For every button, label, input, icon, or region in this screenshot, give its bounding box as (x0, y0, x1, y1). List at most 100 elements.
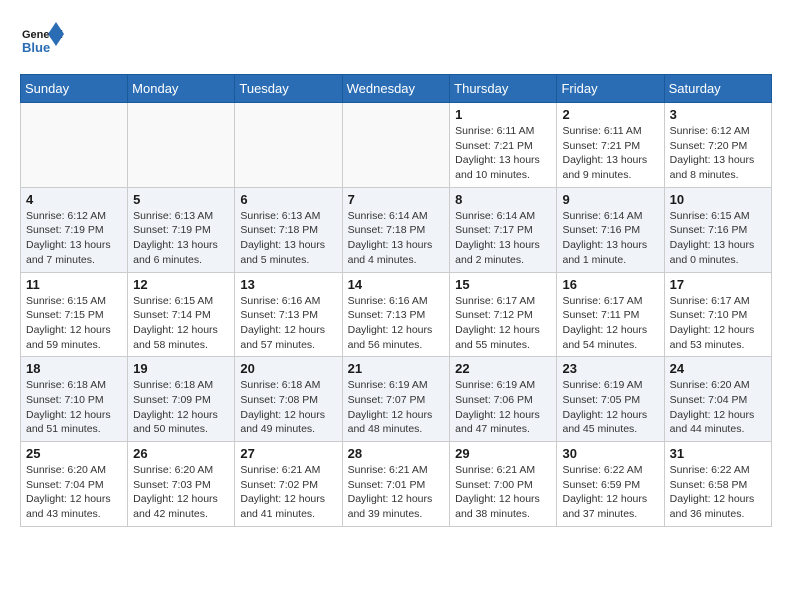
day-number: 5 (133, 192, 229, 207)
day-info: Sunrise: 6:21 AM Sunset: 7:02 PM Dayligh… (240, 463, 336, 522)
day-info: Sunrise: 6:12 AM Sunset: 7:19 PM Dayligh… (26, 209, 122, 268)
day-info: Sunrise: 6:11 AM Sunset: 7:21 PM Dayligh… (562, 124, 658, 183)
day-number: 26 (133, 446, 229, 461)
day-info: Sunrise: 6:15 AM Sunset: 7:14 PM Dayligh… (133, 294, 229, 353)
day-info: Sunrise: 6:16 AM Sunset: 7:13 PM Dayligh… (348, 294, 445, 353)
day-number: 12 (133, 277, 229, 292)
week-row-1: 1 Sunrise: 6:11 AM Sunset: 7:21 PM Daylig… (21, 103, 772, 188)
calendar-cell: 14 Sunrise: 6:16 AM Sunset: 7:13 PM Dayli… (342, 272, 450, 357)
day-number: 1 (455, 107, 551, 122)
day-number: 14 (348, 277, 445, 292)
calendar-cell: 16 Sunrise: 6:17 AM Sunset: 7:11 PM Dayli… (557, 272, 664, 357)
day-number: 15 (455, 277, 551, 292)
day-info: Sunrise: 6:20 AM Sunset: 7:04 PM Dayligh… (26, 463, 122, 522)
day-info: Sunrise: 6:19 AM Sunset: 7:05 PM Dayligh… (562, 378, 658, 437)
day-number: 29 (455, 446, 551, 461)
calendar-cell (235, 103, 342, 188)
day-info: Sunrise: 6:18 AM Sunset: 7:09 PM Dayligh… (133, 378, 229, 437)
day-number: 22 (455, 361, 551, 376)
calendar-cell: 2Sunrise: 6:11 AM Sunset: 7:21 PM Daylig… (557, 103, 664, 188)
calendar-cell: 30 Sunrise: 6:22 AM Sunset: 6:59 PM Dayli… (557, 442, 664, 527)
calendar-cell: 26 Sunrise: 6:20 AM Sunset: 7:03 PM Dayli… (128, 442, 235, 527)
calendar-cell: 18 Sunrise: 6:18 AM Sunset: 7:10 PM Dayli… (21, 357, 128, 442)
weekday-header-wednesday: Wednesday (342, 75, 450, 103)
day-number: 11 (26, 277, 122, 292)
day-number: 19 (133, 361, 229, 376)
calendar-cell: 13Sunrise: 6:16 AM Sunset: 7:13 PM Dayli… (235, 272, 342, 357)
calendar-cell: 9 Sunrise: 6:14 AM Sunset: 7:16 PM Daylig… (557, 187, 664, 272)
day-info: Sunrise: 6:17 AM Sunset: 7:10 PM Dayligh… (670, 294, 766, 353)
day-info: Sunrise: 6:17 AM Sunset: 7:12 PM Dayligh… (455, 294, 551, 353)
calendar-cell: 6 Sunrise: 6:13 AM Sunset: 7:18 PM Daylig… (235, 187, 342, 272)
day-info: Sunrise: 6:13 AM Sunset: 7:19 PM Dayligh… (133, 209, 229, 268)
calendar-cell: 5 Sunrise: 6:13 AM Sunset: 7:19 PM Daylig… (128, 187, 235, 272)
day-info: Sunrise: 6:20 AM Sunset: 7:03 PM Dayligh… (133, 463, 229, 522)
week-row-3: 11 Sunrise: 6:15 AM Sunset: 7:15 PM Dayli… (21, 272, 772, 357)
day-info: Sunrise: 6:14 AM Sunset: 7:17 PM Dayligh… (455, 209, 551, 268)
day-number: 25 (26, 446, 122, 461)
calendar-cell: 28 Sunrise: 6:21 AM Sunset: 7:01 PM Dayli… (342, 442, 450, 527)
day-info: Sunrise: 6:21 AM Sunset: 7:01 PM Dayligh… (348, 463, 445, 522)
weekday-header-row: SundayMondayTuesdayWednesdayThursdayFrid… (21, 75, 772, 103)
calendar-cell: 22 Sunrise: 6:19 AM Sunset: 7:06 PM Dayli… (450, 357, 557, 442)
day-number: 9 (562, 192, 658, 207)
day-info: Sunrise: 6:17 AM Sunset: 7:11 PM Dayligh… (562, 294, 658, 353)
calendar-cell: 20 Sunrise: 6:18 AM Sunset: 7:08 PM Dayli… (235, 357, 342, 442)
calendar-cell: 7Sunrise: 6:14 AM Sunset: 7:18 PM Daylig… (342, 187, 450, 272)
weekday-header-monday: Monday (128, 75, 235, 103)
day-number: 17 (670, 277, 766, 292)
svg-text:Blue: Blue (22, 40, 50, 55)
day-number: 4 (26, 192, 122, 207)
calendar-cell: 19 Sunrise: 6:18 AM Sunset: 7:09 PM Dayli… (128, 357, 235, 442)
calendar-cell (128, 103, 235, 188)
day-number: 3 (670, 107, 766, 122)
day-info: Sunrise: 6:21 AM Sunset: 7:00 PM Dayligh… (455, 463, 551, 522)
weekday-header-thursday: Thursday (450, 75, 557, 103)
calendar-cell: 4 Sunrise: 6:12 AM Sunset: 7:19 PM Daylig… (21, 187, 128, 272)
day-number: 16 (562, 277, 658, 292)
day-number: 20 (240, 361, 336, 376)
day-number: 31 (670, 446, 766, 461)
calendar-cell: 24Sunrise: 6:20 AM Sunset: 7:04 PM Dayli… (664, 357, 771, 442)
calendar-cell: 23Sunrise: 6:19 AM Sunset: 7:05 PM Dayli… (557, 357, 664, 442)
day-info: Sunrise: 6:20 AM Sunset: 7:04 PM Dayligh… (670, 378, 766, 437)
logo-svg: General Blue (20, 20, 64, 64)
week-row-4: 18 Sunrise: 6:18 AM Sunset: 7:10 PM Dayli… (21, 357, 772, 442)
logo: General Blue (20, 20, 64, 64)
day-info: Sunrise: 6:15 AM Sunset: 7:15 PM Dayligh… (26, 294, 122, 353)
day-info: Sunrise: 6:19 AM Sunset: 7:06 PM Dayligh… (455, 378, 551, 437)
calendar-cell: 27Sunrise: 6:21 AM Sunset: 7:02 PM Dayli… (235, 442, 342, 527)
calendar-cell: 15 Sunrise: 6:17 AM Sunset: 7:12 PM Dayli… (450, 272, 557, 357)
day-number: 13 (240, 277, 336, 292)
calendar-cell: 8 Sunrise: 6:14 AM Sunset: 7:17 PM Daylig… (450, 187, 557, 272)
weekday-header-sunday: Sunday (21, 75, 128, 103)
calendar-cell: 31Sunrise: 6:22 AM Sunset: 6:58 PM Dayli… (664, 442, 771, 527)
calendar-cell: 11 Sunrise: 6:15 AM Sunset: 7:15 PM Dayli… (21, 272, 128, 357)
week-row-5: 25 Sunrise: 6:20 AM Sunset: 7:04 PM Dayli… (21, 442, 772, 527)
calendar-cell: 1Sunrise: 6:11 AM Sunset: 7:21 PM Daylig… (450, 103, 557, 188)
weekday-header-tuesday: Tuesday (235, 75, 342, 103)
week-row-2: 4 Sunrise: 6:12 AM Sunset: 7:19 PM Daylig… (21, 187, 772, 272)
day-info: Sunrise: 6:19 AM Sunset: 7:07 PM Dayligh… (348, 378, 445, 437)
calendar-cell: 12 Sunrise: 6:15 AM Sunset: 7:14 PM Dayli… (128, 272, 235, 357)
day-info: Sunrise: 6:18 AM Sunset: 7:08 PM Dayligh… (240, 378, 336, 437)
day-number: 18 (26, 361, 122, 376)
day-info: Sunrise: 6:18 AM Sunset: 7:10 PM Dayligh… (26, 378, 122, 437)
day-number: 21 (348, 361, 445, 376)
day-number: 10 (670, 192, 766, 207)
weekday-header-friday: Friday (557, 75, 664, 103)
day-number: 28 (348, 446, 445, 461)
day-number: 6 (240, 192, 336, 207)
calendar-cell: 10 Sunrise: 6:15 AM Sunset: 7:16 PM Dayli… (664, 187, 771, 272)
day-info: Sunrise: 6:13 AM Sunset: 7:18 PM Dayligh… (240, 209, 336, 268)
weekday-header-saturday: Saturday (664, 75, 771, 103)
calendar-cell: 17 Sunrise: 6:17 AM Sunset: 7:10 PM Dayli… (664, 272, 771, 357)
day-number: 8 (455, 192, 551, 207)
calendar-cell: 21 Sunrise: 6:19 AM Sunset: 7:07 PM Dayli… (342, 357, 450, 442)
day-number: 30 (562, 446, 658, 461)
day-info: Sunrise: 6:12 AM Sunset: 7:20 PM Dayligh… (670, 124, 766, 183)
day-info: Sunrise: 6:15 AM Sunset: 7:16 PM Dayligh… (670, 209, 766, 268)
day-info: Sunrise: 6:14 AM Sunset: 7:18 PM Dayligh… (348, 209, 445, 268)
day-info: Sunrise: 6:22 AM Sunset: 6:59 PM Dayligh… (562, 463, 658, 522)
day-info: Sunrise: 6:14 AM Sunset: 7:16 PM Dayligh… (562, 209, 658, 268)
